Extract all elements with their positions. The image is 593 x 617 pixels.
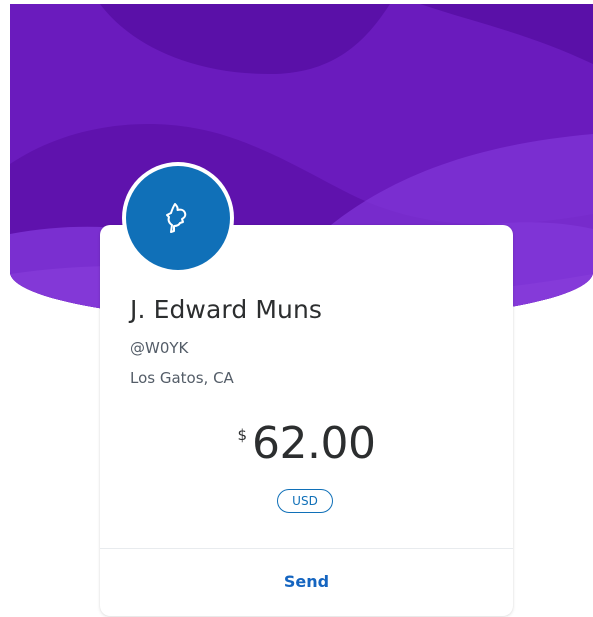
recipient-location: Los Gatos, CA <box>130 369 234 387</box>
profile-silhouette-icon <box>166 203 187 233</box>
amount-display: $62.00 <box>100 420 513 468</box>
recipient-card: J. Edward Muns @W0YK Los Gatos, CA $62.0… <box>100 225 513 616</box>
amount-value: 62.00 <box>252 418 376 469</box>
avatar-ring <box>122 162 234 274</box>
avatar <box>126 166 230 270</box>
send-button[interactable]: Send <box>100 549 513 613</box>
recipient-handle: @W0YK <box>130 339 189 357</box>
currency-symbol: $ <box>237 426 248 444</box>
currency-code-button[interactable]: USD <box>277 489 333 513</box>
send-money-page: J. Edward Muns @W0YK Los Gatos, CA $62.0… <box>0 0 593 617</box>
recipient-name: J. Edward Muns <box>130 295 323 324</box>
